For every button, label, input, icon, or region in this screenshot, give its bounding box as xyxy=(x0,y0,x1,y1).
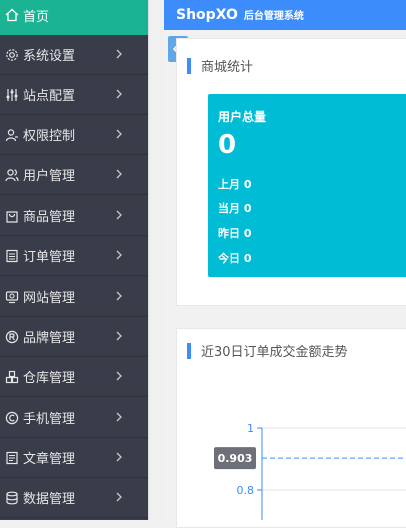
website-icon xyxy=(5,290,19,304)
sidebar-item[interactable]: 商品管理 xyxy=(0,196,148,236)
order-trend-heading: 近30日订单成交金额走势 xyxy=(187,341,348,360)
chevron-right-icon xyxy=(114,411,124,425)
sidebar-item-label: 仓库管理 xyxy=(23,371,76,386)
article-icon xyxy=(5,451,19,465)
chevron-right-icon xyxy=(114,290,124,304)
brand-logo[interactable]: ShopXO 后台管理系统 xyxy=(176,7,304,23)
sidebar-item-label: 手机管理 xyxy=(23,412,76,427)
chevron-right-icon xyxy=(114,168,124,182)
sidebar-item[interactable]: 站点配置 xyxy=(0,75,148,115)
copyright-icon xyxy=(5,411,19,425)
sidebar-item-label: 订单管理 xyxy=(23,250,76,265)
y-tick-label: 1 xyxy=(247,422,254,435)
order-trend-chart[interactable]: 1 0.8 0.903 xyxy=(176,400,406,520)
sidebar-item[interactable]: 文章管理 xyxy=(0,438,148,478)
y-tick-label: 0.8 xyxy=(237,484,255,497)
store-stats-heading: 商城统计 xyxy=(187,56,253,75)
home-icon xyxy=(5,8,19,22)
sidebar-item[interactable]: 仓库管理 xyxy=(0,357,148,397)
sidebar-item-label: 商品管理 xyxy=(23,210,76,225)
sliders-icon xyxy=(5,88,19,102)
chevron-right-icon xyxy=(114,128,124,142)
warehouse-icon xyxy=(5,370,19,384)
sidebar-item-label: 品牌管理 xyxy=(23,331,76,346)
sidebar-item-label: 站点配置 xyxy=(23,89,76,104)
user-this-month: 当月 0 xyxy=(218,202,252,215)
shopping-bag-icon xyxy=(5,209,19,223)
user-last-month: 上月 0 xyxy=(218,178,252,191)
user-total-value: 0 xyxy=(218,130,237,160)
user-total-title: 用户总量 xyxy=(218,110,267,124)
sidebar-scrollbar[interactable] xyxy=(148,0,164,520)
chevron-right-icon xyxy=(114,209,124,223)
database-icon xyxy=(5,491,19,505)
users-icon xyxy=(5,168,19,182)
sidebar-item-label: 文章管理 xyxy=(23,452,76,467)
sidebar-item-label: 系统设置 xyxy=(23,49,76,64)
user-today: 今日 0 xyxy=(218,252,252,265)
sidebar-item-label: 用户管理 xyxy=(23,169,76,184)
brand-name: ShopXO xyxy=(176,7,238,23)
gear-icon xyxy=(5,48,19,62)
chevron-right-icon xyxy=(114,330,124,344)
chevron-right-icon xyxy=(114,451,124,465)
sidebar-item-label: 数据管理 xyxy=(23,492,76,507)
order-list-icon xyxy=(5,249,19,263)
chevron-right-icon xyxy=(114,88,124,102)
chevron-right-icon xyxy=(114,370,124,384)
order-trend-title: 近30日订单成交金额走势 xyxy=(201,345,348,360)
store-stats-title: 商城统计 xyxy=(201,60,254,75)
sidebar-item[interactable]: 首页 xyxy=(0,0,148,35)
sidebar-item[interactable]: 数据管理 xyxy=(0,478,148,518)
sidebar: 首页系统设置站点配置权限控制用户管理商品管理订单管理网站管理品牌管理仓库管理手机… xyxy=(0,0,148,520)
sidebar-item[interactable]: 系统设置 xyxy=(0,35,148,75)
top-header: ShopXO 后台管理系统 xyxy=(164,0,406,30)
axis-pointer-label: 0.903 xyxy=(218,452,253,465)
sidebar-item[interactable]: 权限控制 xyxy=(0,115,148,155)
chevron-right-icon xyxy=(114,491,124,505)
user-yesterday: 昨日 0 xyxy=(218,227,252,240)
sidebar-item-label: 首页 xyxy=(23,9,50,25)
registered-icon xyxy=(5,330,19,344)
user-key-icon xyxy=(5,128,19,142)
sidebar-item-label: 权限控制 xyxy=(23,129,76,144)
sidebar-item[interactable]: 品牌管理 xyxy=(0,317,148,357)
sidebar-item-label: 网站管理 xyxy=(23,291,76,306)
sidebar-item[interactable]: 用户管理 xyxy=(0,155,148,195)
user-total-panel: 用户总量 0 上月 0 当月 0 昨日 0 今日 0 xyxy=(208,94,406,277)
brand-subtitle: 后台管理系统 xyxy=(243,11,304,22)
chevron-right-icon xyxy=(114,249,124,263)
sidebar-item[interactable]: 订单管理 xyxy=(0,236,148,276)
sidebar-item[interactable]: 手机管理 xyxy=(0,398,148,438)
chevron-right-icon xyxy=(114,48,124,62)
sidebar-item[interactable]: 网站管理 xyxy=(0,277,148,317)
